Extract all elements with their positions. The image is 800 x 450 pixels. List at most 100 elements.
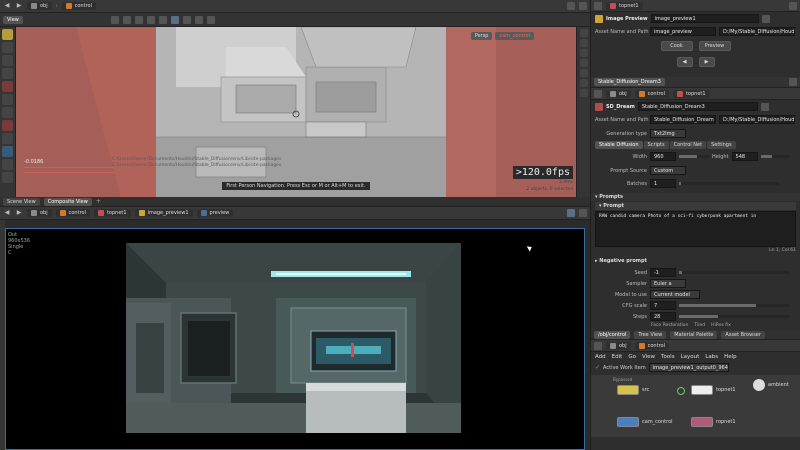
model-dropdown[interactable]: Current model xyxy=(650,290,700,299)
back-arrow-icon[interactable]: ◀ xyxy=(3,2,11,10)
sampler-dropdown[interactable]: Euler a xyxy=(650,279,686,288)
close-icon[interactable] xyxy=(789,78,797,86)
topnet-node[interactable]: topnet1 xyxy=(691,385,736,395)
tab-scene-view[interactable]: Scene View xyxy=(3,197,40,206)
width-field[interactable]: 960 xyxy=(650,152,676,161)
ambient-node[interactable]: ambient xyxy=(753,379,789,391)
lower-path-obj[interactable]: obj xyxy=(27,209,52,217)
back-arrow-icon[interactable] xyxy=(594,341,602,350)
ip-asset-name-field[interactable]: image_preview xyxy=(650,27,716,36)
tab-view[interactable]: View xyxy=(3,15,23,24)
camera-icon[interactable] xyxy=(170,15,179,24)
display-option-icon[interactable] xyxy=(579,69,588,77)
sd-path-topnet[interactable]: topnet1 xyxy=(672,89,710,98)
seed-field[interactable]: -1 xyxy=(650,268,676,277)
display-option-icon[interactable] xyxy=(579,39,588,47)
display-option-icon[interactable] xyxy=(579,29,588,37)
menu-tools[interactable]: Tools xyxy=(661,354,675,360)
render-viewer[interactable]: Out 960x536 Single C xyxy=(5,228,585,450)
tab-material-palette[interactable]: Material Palette xyxy=(670,330,718,339)
forward-arrow-icon[interactable]: ▶ xyxy=(15,2,23,10)
tab-stable-diffusion[interactable]: Stable Diffusion xyxy=(595,141,643,149)
negative-section-header[interactable]: ▸ Negative prompt xyxy=(591,257,800,265)
back-arrow-icon[interactable] xyxy=(594,89,602,98)
cfg-field[interactable]: 7 xyxy=(650,301,676,310)
steps-field[interactable]: 28 xyxy=(650,312,676,321)
net-path-control[interactable]: control xyxy=(634,341,669,350)
network-canvas[interactable]: src Bypassed topnet1 ambient cam_control… xyxy=(591,375,800,437)
menu-add[interactable]: Add xyxy=(595,354,606,360)
lights-icon[interactable] xyxy=(194,15,203,24)
transform-icon[interactable] xyxy=(146,15,155,24)
seed-slider[interactable] xyxy=(679,271,789,274)
shading-icon[interactable] xyxy=(206,15,215,24)
render-icon[interactable] xyxy=(2,159,13,170)
tiled-toggle[interactable]: Tiled xyxy=(694,323,705,328)
magnet-icon[interactable] xyxy=(2,120,13,131)
pin-icon[interactable] xyxy=(567,2,575,10)
menu-go[interactable]: Go xyxy=(628,354,636,360)
pin-icon[interactable] xyxy=(567,209,575,217)
display-option-icon[interactable] xyxy=(579,79,588,87)
cook-button[interactable]: Cook xyxy=(660,41,693,51)
sd-path-obj[interactable]: obj xyxy=(606,89,631,98)
lower-path-topnet[interactable]: topnet1 xyxy=(93,209,131,217)
hires-toggle[interactable]: HiRes fix xyxy=(711,323,731,328)
flipbook-icon[interactable] xyxy=(2,146,13,157)
light-icon[interactable] xyxy=(2,172,13,183)
tab-obj-control[interactable]: /obj/control xyxy=(594,330,631,339)
menu-help[interactable]: Help xyxy=(724,354,737,360)
grid-icon[interactable] xyxy=(134,15,143,24)
camera-tool-icon[interactable] xyxy=(2,133,13,144)
gen-type-dropdown[interactable]: Txt2Img xyxy=(650,129,686,138)
scene-viewport[interactable]: Persp cam_control -0.0186 C:/Users/Owner… xyxy=(16,27,576,197)
gear-icon[interactable] xyxy=(761,14,770,23)
sd-asset-path-field[interactable]: D:/My/Stable_Diffusion/Houdin xyxy=(719,115,795,124)
view-tool-icon[interactable] xyxy=(2,107,13,118)
move-tool-icon[interactable] xyxy=(2,42,13,53)
active-item-dropdown[interactable]: image_preview1_output0_964 xyxy=(648,363,729,372)
preview-button[interactable]: Preview xyxy=(698,41,731,51)
lower-path-control[interactable]: control xyxy=(55,209,90,217)
gear-icon[interactable] xyxy=(579,2,587,10)
forward-arrow-icon[interactable]: ▶ xyxy=(15,209,23,217)
gear-icon[interactable] xyxy=(760,102,769,111)
back-arrow-icon[interactable]: ◀ xyxy=(3,209,11,217)
ip-topnet-crumb[interactable]: topnet1 xyxy=(606,1,643,10)
menu-layout[interactable]: Layout xyxy=(681,354,700,360)
gear-icon[interactable] xyxy=(789,1,797,10)
height-field[interactable]: 548 xyxy=(731,152,758,161)
handle-tool-icon[interactable] xyxy=(2,81,13,92)
tab-scripts[interactable]: Scripts xyxy=(643,141,669,149)
display-option-icon[interactable] xyxy=(579,89,588,97)
snap-icon[interactable] xyxy=(110,15,119,24)
lower-path-preview[interactable]: preview xyxy=(196,209,234,217)
batches-slider[interactable] xyxy=(679,182,779,185)
lower-path-preview-node[interactable]: image_preview1 xyxy=(134,209,193,217)
prev-button[interactable]: ◀ xyxy=(676,57,693,67)
cam-node[interactable]: cam_control xyxy=(617,417,673,427)
rotate-tool-icon[interactable] xyxy=(2,55,13,66)
tab-composite-view[interactable]: Composite View xyxy=(43,197,92,206)
path-control[interactable]: control xyxy=(61,2,96,10)
display-icon[interactable] xyxy=(182,15,191,24)
height-slider[interactable] xyxy=(760,155,789,158)
handle-icon[interactable] xyxy=(122,15,131,24)
tab-asset-browser[interactable]: Asset Browser xyxy=(721,330,765,339)
camera-menu-button[interactable]: cam_control xyxy=(495,32,534,40)
steps-slider[interactable] xyxy=(679,315,789,318)
prompt-textarea[interactable]: RAW candid camera Photo of a sci-fi cybe… xyxy=(595,211,796,247)
menu-edit[interactable]: Edit xyxy=(612,354,623,360)
sd-node-name-field[interactable]: Stable_Diffusion_Dream3 xyxy=(637,102,758,111)
tab-settings[interactable]: Settings xyxy=(707,141,736,149)
tab-control-net[interactable]: Control Net xyxy=(669,141,707,149)
add-tab-icon[interactable]: + xyxy=(96,198,101,205)
sd-asset-name-field[interactable]: Stable_Diffusion_Dream xyxy=(650,115,716,124)
ropnet-node[interactable]: ropnet1 xyxy=(691,417,736,427)
pose-tool-icon[interactable] xyxy=(2,94,13,105)
menu-view[interactable]: View xyxy=(642,354,655,360)
next-button[interactable]: ▶ xyxy=(698,57,715,67)
tab-tree-view[interactable]: Tree View xyxy=(634,330,667,339)
sd-path-control[interactable]: control xyxy=(634,89,669,98)
width-slider[interactable] xyxy=(679,155,709,158)
